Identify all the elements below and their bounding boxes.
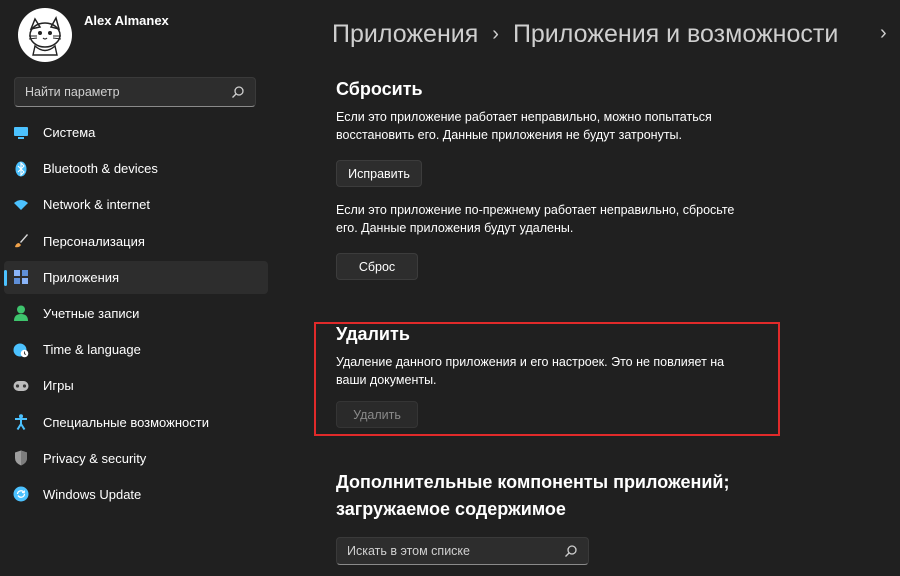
- sidebar-item-label: Windows Update: [43, 486, 142, 502]
- gamepad-icon: [13, 378, 29, 394]
- uninstall-description: Удаление данного приложения и его настро…: [336, 355, 725, 387]
- monitor-icon: [13, 125, 29, 141]
- apps-icon: [13, 269, 29, 285]
- addons-search-box[interactable]: Искать в этом списке: [336, 537, 589, 565]
- breadcrumb: Приложения › Приложения и возможности: [332, 20, 838, 49]
- addons-section-title: Дополнительные компоненты приложений; за…: [336, 472, 730, 519]
- shield-icon: [13, 450, 29, 466]
- sidebar-item-label: Bluetooth & devices: [43, 161, 158, 177]
- sidebar-item-bluetooth[interactable]: Bluetooth & devices: [4, 152, 268, 185]
- person-icon: [13, 305, 29, 322]
- sidebar-item-label: Приложения: [43, 269, 120, 285]
- uninstall-button[interactable]: Удалить: [336, 401, 418, 428]
- accessibility-icon: [13, 414, 29, 430]
- user-profile[interactable]: Alex Almanex: [18, 8, 169, 62]
- addons-search-input[interactable]: Искать в этом списке: [347, 544, 564, 558]
- search-icon[interactable]: [231, 85, 245, 99]
- sidebar-item-time-language[interactable]: Time & language: [4, 333, 268, 366]
- sidebar-item-label: Учетные записи: [43, 305, 140, 321]
- sidebar-item-label: Персонализация: [43, 233, 145, 249]
- reset-button[interactable]: Сброс: [336, 253, 418, 280]
- avatar: [18, 8, 72, 62]
- wifi-icon: [13, 197, 29, 213]
- sidebar-item-apps[interactable]: Приложения: [4, 260, 268, 294]
- bluetooth-icon: [13, 161, 29, 177]
- sidebar-item-label: Time & language: [43, 342, 141, 358]
- breadcrumb-parent[interactable]: Приложения: [332, 20, 478, 49]
- sidebar-item-label: Network & internet: [43, 197, 150, 213]
- repair-button[interactable]: Исправить: [336, 160, 422, 187]
- settings-search-box[interactable]: Найти параметр: [14, 77, 256, 107]
- sidebar-item-label: Игры: [43, 378, 74, 394]
- update-icon: [13, 486, 29, 502]
- sidebar-item-personalization[interactable]: Персонализация: [4, 225, 268, 258]
- settings-search-input[interactable]: Найти параметр: [25, 85, 231, 99]
- user-name: Alex Almanex: [84, 13, 169, 28]
- reset-description: Если это приложение по-прежнему работает…: [336, 203, 735, 235]
- breadcrumb-separator: ›: [492, 23, 499, 45]
- sidebar-item-network[interactable]: Network & internet: [4, 188, 268, 221]
- sidebar-item-label: Специальные возможности: [43, 414, 209, 430]
- reset-section-title: Сбросить: [336, 79, 423, 99]
- repair-description: Если это приложение работает неправильно…: [336, 110, 712, 142]
- sidebar-item-label: Privacy & security: [43, 450, 147, 466]
- sidebar-item-system[interactable]: Система: [4, 116, 268, 149]
- brush-icon: [13, 233, 29, 249]
- sidebar-item-privacy[interactable]: Privacy & security: [4, 442, 268, 475]
- chevron-right-icon: ›: [880, 22, 887, 44]
- sidebar: Alex Almanex Найти параметр Система Blue…: [0, 0, 275, 576]
- sidebar-item-windows-update[interactable]: Windows Update: [4, 478, 268, 511]
- page-title: Приложения и возможности: [512, 20, 839, 48]
- sidebar-item-accessibility[interactable]: Специальные возможности: [4, 406, 268, 439]
- sidebar-nav: Система Bluetooth & devices Network & in…: [4, 116, 268, 514]
- uninstall-section-title: Удалить: [336, 324, 410, 344]
- cat-avatar-icon: [28, 16, 62, 56]
- search-icon[interactable]: [564, 544, 578, 558]
- sidebar-item-accounts[interactable]: Учетные записи: [4, 297, 268, 330]
- sidebar-item-label: Система: [43, 125, 96, 140]
- globe-clock-icon: [13, 342, 29, 358]
- sidebar-item-gaming[interactable]: Игры: [4, 369, 268, 402]
